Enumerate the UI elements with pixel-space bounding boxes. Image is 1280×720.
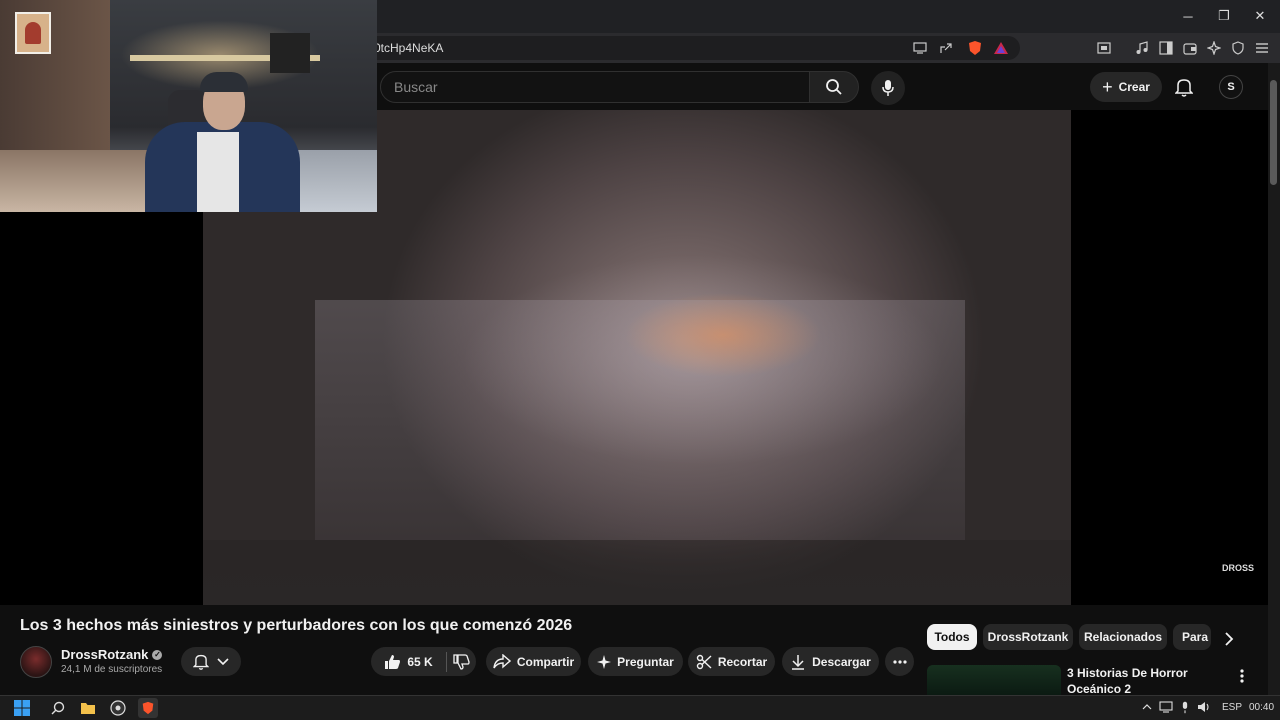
obs-icon <box>110 700 126 716</box>
brave-shields-icon[interactable] <box>966 39 984 57</box>
more-horizontal-icon <box>892 659 907 664</box>
sparkle-icon <box>597 654 612 669</box>
create-label: Crear <box>1118 80 1150 94</box>
windows-start-button[interactable] <box>12 698 32 718</box>
minimize-button[interactable]: ─ <box>1170 4 1206 28</box>
webcam-overlay <box>0 0 377 212</box>
account-avatar[interactable]: S <box>1219 75 1243 99</box>
ask-button[interactable]: Preguntar <box>588 647 683 676</box>
plus-icon: + <box>1102 77 1113 97</box>
search-button[interactable] <box>809 71 859 103</box>
video-frame-shadow <box>203 540 1071 605</box>
thumbs-down-icon <box>453 653 470 670</box>
voice-search-button[interactable] <box>871 71 905 105</box>
webcam-person-shirt <box>197 132 239 212</box>
like-button[interactable]: 65 K <box>371 647 446 676</box>
chevron-right-icon <box>1224 632 1233 646</box>
subscription-bell-button[interactable] <box>181 647 241 676</box>
chip-related[interactable]: Relacionados <box>1079 624 1167 650</box>
search-input[interactable]: Buscar <box>380 71 810 103</box>
related-video-title[interactable]: 3 Historias De Horror Oceánico 2 <box>1067 665 1227 697</box>
search-icon <box>51 701 65 715</box>
related-video-more-button[interactable] <box>1234 667 1250 685</box>
notifications-button[interactable] <box>1172 75 1196 99</box>
webcam-person-cap <box>200 72 248 92</box>
create-button[interactable]: + Crear <box>1090 72 1162 102</box>
chip-channel[interactable]: DrossRotzank <box>983 624 1073 650</box>
download-icon <box>792 654 805 670</box>
screenshot-icon[interactable] <box>1095 39 1113 57</box>
clip-label: Recortar <box>717 654 768 669</box>
video-overlay <box>315 300 965 540</box>
input-language[interactable]: ESP <box>1222 702 1242 713</box>
ask-label: Preguntar <box>617 654 674 669</box>
webcam-speaker <box>270 33 310 73</box>
chip-for-you[interactable]: Para <box>1173 624 1211 650</box>
thumbs-up-icon <box>385 654 401 669</box>
webcam-picture-figure <box>25 22 41 44</box>
microphone-icon[interactable] <box>1178 700 1192 714</box>
webcam-floor <box>0 150 150 212</box>
video-title: Los 3 hechos más siniestros y perturbado… <box>20 617 573 634</box>
dislike-button[interactable] <box>447 647 476 676</box>
channel-watermark: DROSS <box>1221 563 1254 573</box>
obs-button[interactable] <box>108 698 128 718</box>
download-button[interactable]: Descargar <box>782 647 879 676</box>
channel-avatar[interactable] <box>20 646 52 678</box>
webcam-wall-picture <box>15 12 51 54</box>
brave-taskbar-button[interactable] <box>138 698 158 718</box>
volume-icon[interactable] <box>1196 700 1212 714</box>
network-icon[interactable] <box>1158 700 1174 714</box>
brave-rewards-icon[interactable] <box>992 39 1010 57</box>
share-label: Compartir <box>516 654 575 669</box>
maximize-button[interactable]: ❐ <box>1206 4 1242 28</box>
webcam-person <box>145 70 300 212</box>
windows-logo-icon <box>14 700 30 716</box>
wallet-icon[interactable] <box>1181 39 1199 57</box>
chip-todos[interactable]: Todos <box>927 624 977 650</box>
like-count: 65 K <box>407 654 433 669</box>
microphone-icon <box>882 80 894 96</box>
share-button[interactable]: Compartir <box>486 647 581 676</box>
folder-icon <box>81 703 95 714</box>
chevron-down-icon <box>217 657 229 665</box>
vpn-icon[interactable] <box>1229 39 1247 57</box>
clock[interactable]: 00:40 <box>1249 702 1274 713</box>
taskbar-search-button[interactable] <box>48 698 68 718</box>
more-actions-button[interactable] <box>885 647 914 676</box>
scrollbar-thumb[interactable] <box>1270 80 1277 185</box>
related-video-thumbnail[interactable] <box>927 665 1061 695</box>
subscriber-count: 24,1 M de suscriptores <box>61 664 163 675</box>
share-icon[interactable] <box>937 39 955 57</box>
tray-expand-icon[interactable] <box>1140 700 1154 714</box>
sidebar-icon[interactable] <box>1157 39 1175 57</box>
channel-name-link[interactable]: DrossRotzank ✓ <box>61 647 163 662</box>
download-label: Descargar <box>812 654 871 669</box>
more-vertical-icon <box>1240 669 1244 683</box>
file-explorer-button[interactable] <box>78 698 98 718</box>
chips-next-button[interactable] <box>1218 628 1240 650</box>
share-arrow-icon <box>493 653 511 669</box>
clip-button[interactable]: Recortar <box>688 647 775 676</box>
brave-icon <box>142 701 154 715</box>
search-icon <box>826 79 842 95</box>
leo-ai-icon[interactable] <box>1205 39 1223 57</box>
menu-icon[interactable] <box>1253 39 1271 57</box>
channel-name: DrossRotzank <box>61 647 149 662</box>
cast-icon[interactable] <box>911 39 929 57</box>
verified-icon: ✓ <box>152 649 163 660</box>
music-icon[interactable] <box>1133 39 1151 57</box>
bell-icon <box>1175 79 1193 97</box>
scissors-icon <box>696 654 712 669</box>
windows-taskbar <box>0 695 1280 720</box>
bell-icon <box>193 654 209 670</box>
close-button[interactable]: ✕ <box>1242 4 1278 28</box>
